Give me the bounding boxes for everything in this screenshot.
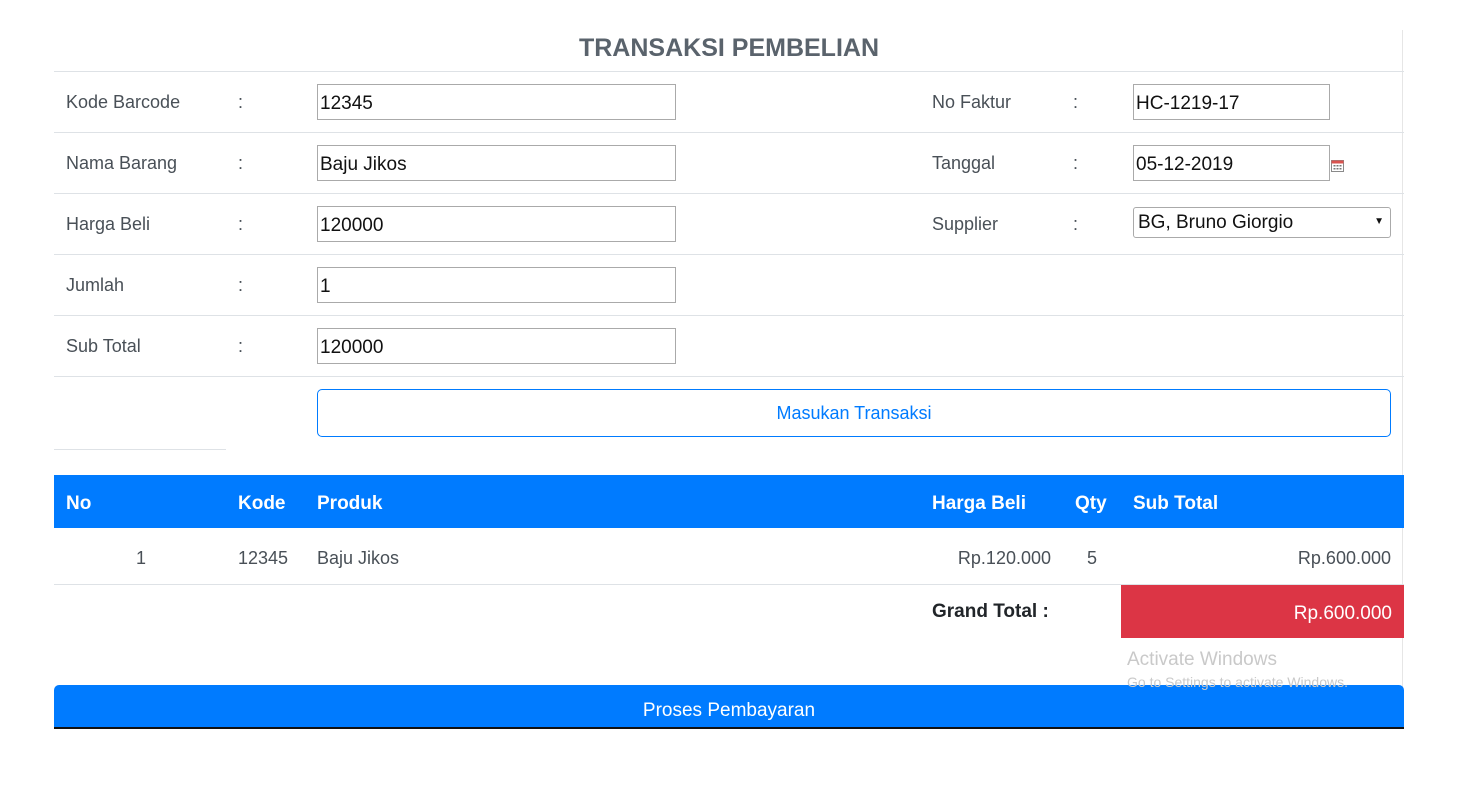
form-row-barcode: Kode Barcode : No Faktur : bbox=[54, 72, 1404, 133]
tanggal-label: Tanggal bbox=[932, 153, 996, 173]
sub-total-label: Sub Total bbox=[66, 336, 141, 356]
colon: : bbox=[1073, 153, 1079, 173]
supplier-label: Supplier bbox=[932, 214, 999, 234]
form-row-nama: Nama Barang : Tanggal : bbox=[54, 133, 1404, 194]
masukan-transaksi-button[interactable]: Masukan Transaksi bbox=[317, 389, 1391, 437]
colon: : bbox=[1073, 92, 1079, 112]
colon: : bbox=[238, 153, 244, 173]
header-produk: Produk bbox=[317, 493, 383, 514]
header-kode: Kode bbox=[238, 493, 286, 514]
nama-barang-input[interactable] bbox=[317, 145, 676, 181]
purchase-transaction-panel: TRANSAKSI PEMBELIAN Kode Barcode : No Fa… bbox=[54, 30, 1404, 729]
supplier-selected-value: BG, Bruno Giorgio bbox=[1138, 212, 1294, 233]
kode-barcode-input[interactable] bbox=[317, 84, 676, 120]
sub-total-input[interactable] bbox=[317, 328, 676, 364]
nama-barang-label: Nama Barang bbox=[66, 153, 178, 173]
cell-produk: Baju Jikos bbox=[317, 548, 400, 568]
cell-kode: 12345 bbox=[238, 548, 289, 568]
form-row-subtotal: Sub Total : bbox=[54, 316, 1404, 377]
dropdown-arrow-icon: ▼ bbox=[1374, 216, 1384, 227]
cell-no: 1 bbox=[136, 548, 147, 568]
header-no: No bbox=[66, 493, 92, 514]
cell-qty: 5 bbox=[1087, 548, 1098, 568]
colon: : bbox=[238, 214, 244, 234]
kode-barcode-label: Kode Barcode bbox=[66, 92, 181, 112]
no-faktur-input[interactable] bbox=[1133, 84, 1330, 120]
header-harga-beli: Harga Beli bbox=[932, 493, 1026, 514]
colon: : bbox=[1073, 214, 1079, 234]
transaction-table-header: No Kode Produk Harga Beli Qty Sub Total bbox=[54, 475, 1404, 528]
colon: : bbox=[238, 92, 244, 112]
grand-total-label: Grand Total : bbox=[932, 601, 1049, 622]
harga-beli-label: Harga Beli bbox=[66, 214, 151, 234]
jumlah-input[interactable] bbox=[317, 267, 676, 303]
colon: : bbox=[238, 336, 244, 356]
jumlah-label: Jumlah bbox=[66, 275, 125, 295]
cell-harga-beli: Rp.120.000 bbox=[957, 548, 1051, 568]
watermark-title: Activate Windows bbox=[1127, 649, 1277, 670]
colon: : bbox=[238, 275, 244, 295]
form-row-harga: Harga Beli : Supplier : BG, Bruno Giorgi… bbox=[54, 194, 1404, 255]
calendar-icon[interactable] bbox=[1331, 159, 1344, 172]
header-qty: Qty bbox=[1075, 493, 1107, 514]
watermark-subtitle: Go to Settings to activate Windows. bbox=[1127, 674, 1348, 690]
supplier-select[interactable]: BG, Bruno Giorgio ▼ bbox=[1133, 207, 1391, 238]
cell-sub-total: Rp.600.000 bbox=[1297, 548, 1391, 568]
divider bbox=[54, 449, 226, 450]
grand-total-value: Rp.600.000 bbox=[1121, 585, 1404, 638]
page-title: TRANSAKSI PEMBELIAN bbox=[54, 30, 1404, 72]
header-sub-total: Sub Total bbox=[1133, 493, 1219, 514]
harga-beli-input[interactable] bbox=[317, 206, 676, 242]
no-faktur-label: No Faktur bbox=[932, 92, 1012, 112]
form-row-jumlah: Jumlah : bbox=[54, 255, 1404, 316]
tanggal-input[interactable] bbox=[1133, 145, 1330, 181]
table-row: 1 12345 Baju Jikos Rp.120.000 5 Rp.600.0… bbox=[54, 529, 1404, 585]
activate-windows-watermark: Activate Windows Go to Settings to activ… bbox=[1127, 648, 1348, 692]
